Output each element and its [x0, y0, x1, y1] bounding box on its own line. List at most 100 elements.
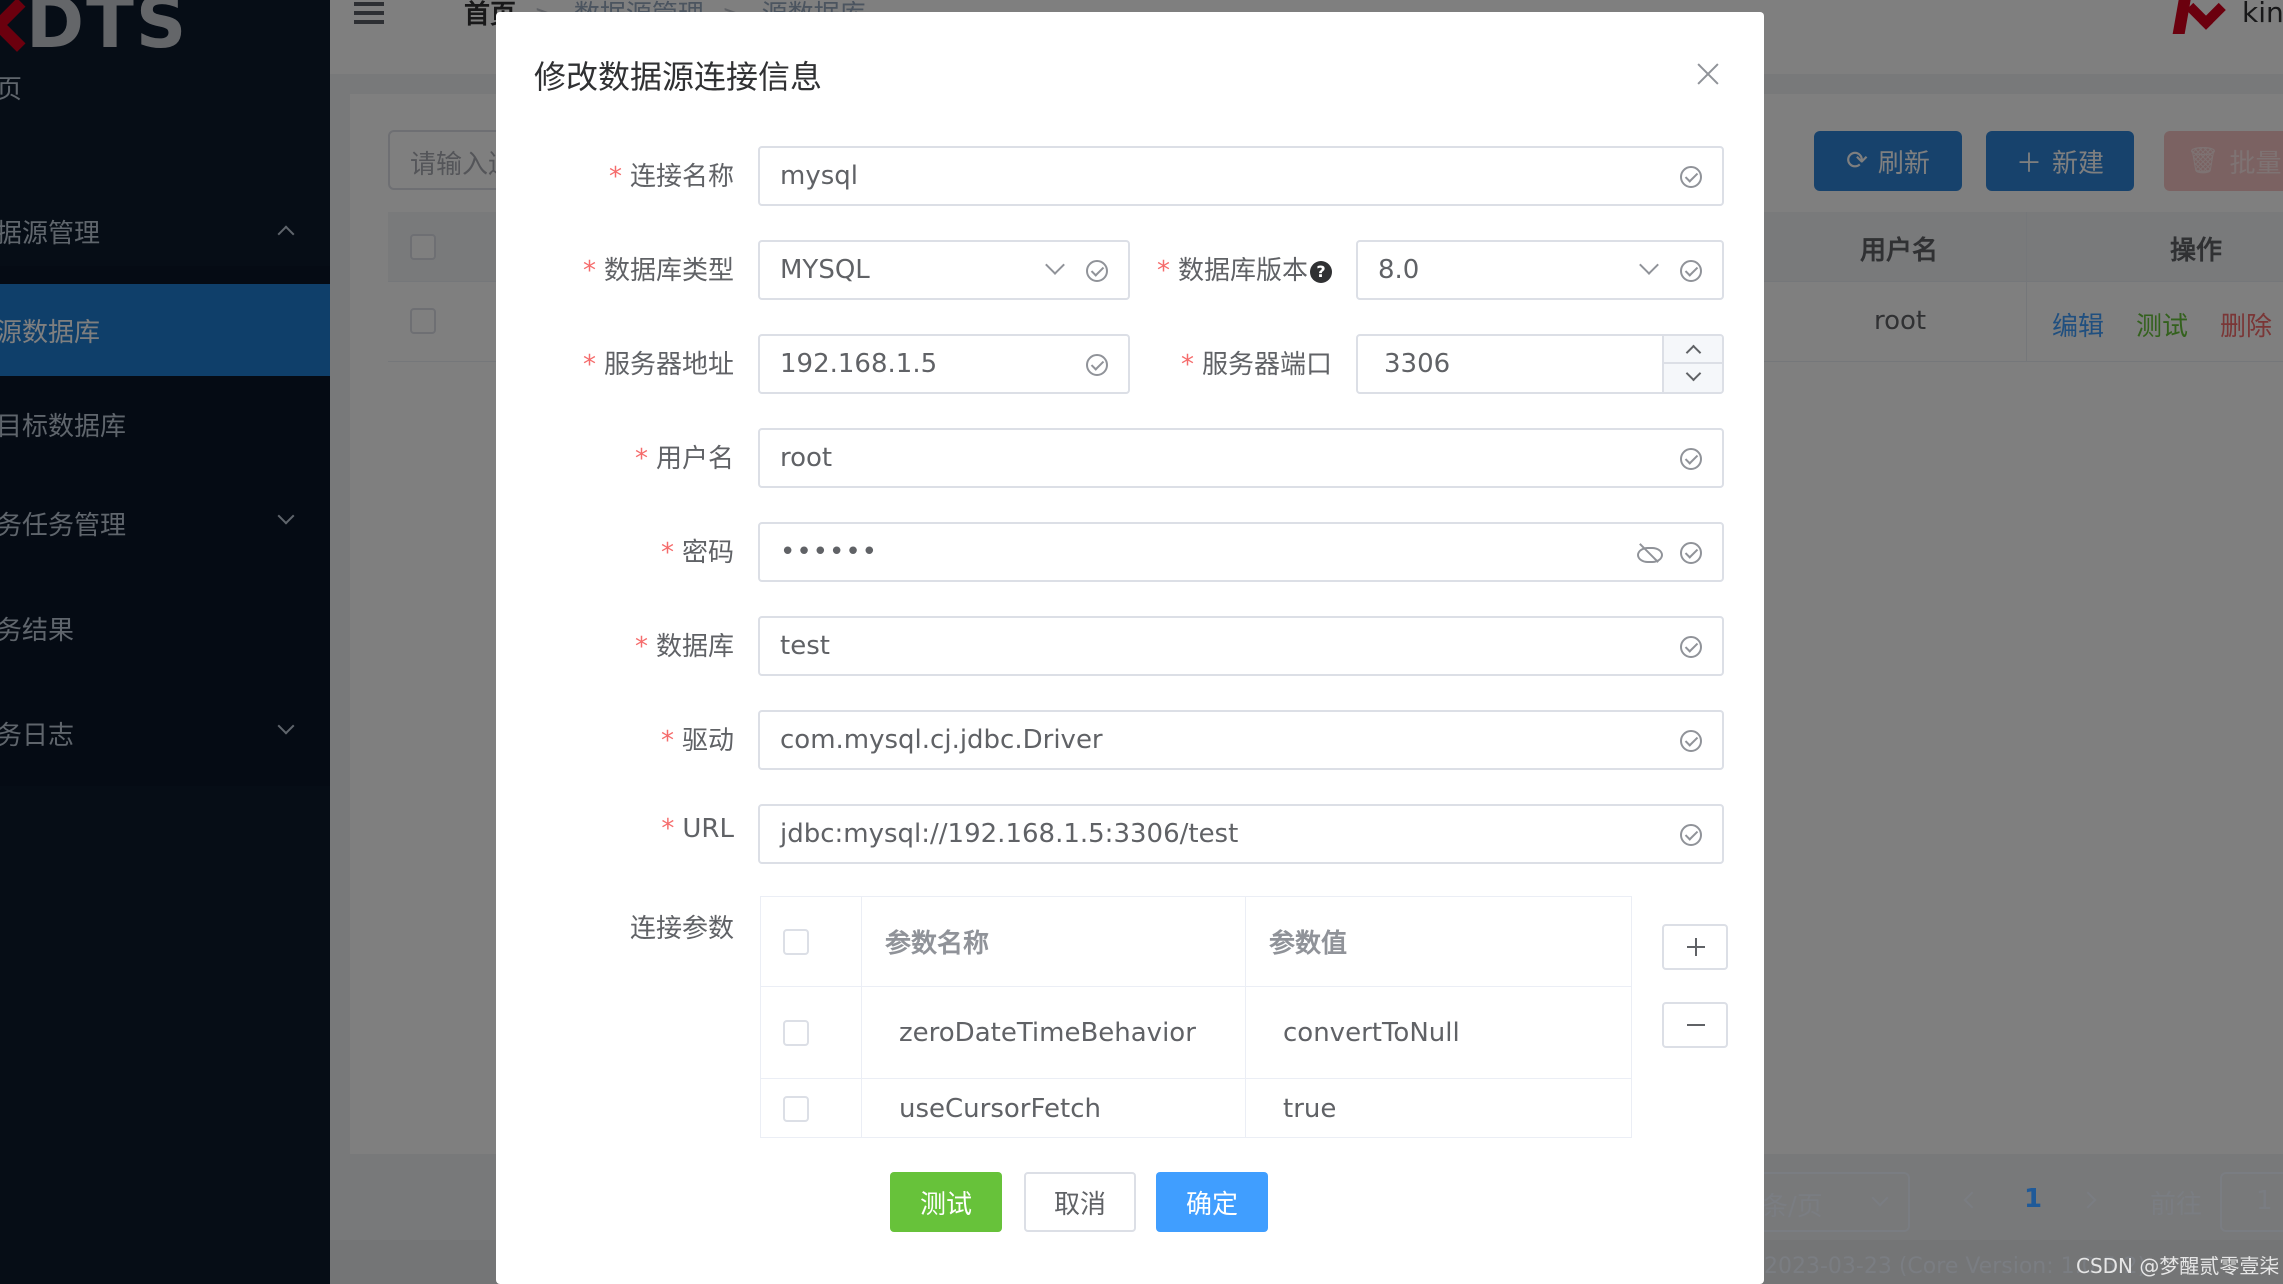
- cancel-button[interactable]: 取消: [1024, 1172, 1136, 1232]
- help-icon[interactable]: ?: [1310, 260, 1332, 283]
- decrement-icon[interactable]: [1664, 364, 1722, 392]
- eye-off-icon[interactable]: [1636, 542, 1663, 564]
- params-label: 连接参数: [629, 914, 734, 944]
- database-label: * 数据库: [635, 626, 734, 663]
- connection-name-input[interactable]: mysql: [758, 146, 1724, 206]
- username-value: root: [780, 443, 833, 473]
- check-circle-icon: [1680, 636, 1702, 658]
- chevron-down-icon: [1639, 255, 1659, 275]
- url-label-text: URL: [682, 814, 734, 844]
- param-name-cell[interactable]: useCursorFetch: [899, 1079, 1101, 1137]
- check-circle-icon: [1680, 824, 1702, 846]
- table-row: useCursorFetch true: [761, 1079, 1631, 1137]
- password-label: * 密码: [661, 532, 734, 569]
- db-type-label-text: 数据库类型: [603, 256, 734, 286]
- driver-label-text: 驱动: [681, 726, 734, 756]
- db-version-value: 8.0: [1378, 255, 1420, 285]
- driver-label: * 驱动: [661, 720, 734, 757]
- required-mark: *: [634, 632, 648, 662]
- goto-label: 前往: [2150, 1190, 2203, 1220]
- check-circle-icon: [1680, 166, 1702, 188]
- watermark: CSDN @梦醒贰零壹柒: [2076, 1254, 2280, 1278]
- db-version-label: * 数据库版本?: [1157, 250, 1332, 287]
- params-table: 参数名称 参数值 zeroDateTimeBehavior convertToN…: [760, 896, 1632, 1138]
- username-label: * 用户名: [635, 438, 734, 475]
- plus-icon-bar: [1695, 938, 1697, 956]
- page-size-value: 条/页: [1762, 1192, 1823, 1222]
- password-input[interactable]: ••••••: [758, 522, 1724, 582]
- column-header-param-value: 参数值: [1269, 929, 1348, 959]
- db-version-select[interactable]: 8.0: [1356, 240, 1724, 300]
- params-table-header: 参数名称 参数值: [761, 897, 1631, 987]
- password-value: ••••••: [780, 537, 879, 567]
- required-mark: *: [1180, 350, 1194, 380]
- username-input[interactable]: root: [758, 428, 1724, 488]
- confirm-button[interactable]: 确定: [1156, 1172, 1268, 1232]
- increment-icon[interactable]: [1664, 336, 1722, 364]
- edit-datasource-dialog: 修改数据源连接信息 * 连接名称 mysql * 数据库类型 MYSQL * 数据库版…: [496, 12, 1764, 1284]
- password-label-text: 密码: [681, 538, 734, 568]
- url-input[interactable]: jdbc:mysql://192.168.1.5:3306/test: [758, 804, 1724, 864]
- database-input[interactable]: test: [758, 616, 1724, 676]
- column-header-param-name: 参数名称: [885, 929, 990, 959]
- db-type-label: * 数据库类型: [583, 250, 734, 287]
- db-type-select[interactable]: MYSQL: [758, 240, 1130, 300]
- page-size-select[interactable]: 条/页: [1750, 1172, 1910, 1232]
- required-mark: *: [1156, 256, 1170, 286]
- check-circle-icon: [1086, 260, 1108, 282]
- port-value: 3306: [1384, 349, 1451, 379]
- host-label: * 服务器地址: [583, 344, 734, 381]
- required-mark: *: [634, 444, 648, 474]
- param-value-cell[interactable]: true: [1283, 1079, 1336, 1137]
- dialog-title: 修改数据源连接信息: [534, 58, 823, 96]
- required-mark: *: [661, 814, 675, 844]
- name-label-text: 连接名称: [629, 162, 734, 192]
- host-label-text: 服务器地址: [603, 350, 734, 380]
- required-mark: *: [582, 350, 596, 380]
- url-label: * URL: [661, 814, 734, 844]
- column-divider: [861, 897, 862, 1137]
- url-value: jdbc:mysql://192.168.1.5:3306/test: [780, 819, 1239, 849]
- required-mark: *: [660, 538, 674, 568]
- check-circle-icon: [1680, 260, 1702, 282]
- connection-name-value: mysql: [780, 161, 858, 191]
- param-name-cell[interactable]: zeroDateTimeBehavior: [899, 987, 1196, 1078]
- port-stepper-controls: [1662, 336, 1722, 392]
- row-checkbox[interactable]: [783, 1096, 809, 1122]
- database-label-text: 数据库: [655, 632, 734, 662]
- row-checkbox[interactable]: [783, 1019, 809, 1046]
- minus-icon: [1687, 1024, 1705, 1026]
- host-value: 192.168.1.5: [780, 349, 938, 379]
- current-page[interactable]: 1: [2024, 1184, 2042, 1214]
- check-circle-icon: [1680, 448, 1702, 470]
- host-input[interactable]: 192.168.1.5: [758, 334, 1130, 394]
- port-stepper[interactable]: 3306: [1356, 334, 1724, 394]
- select-all-checkbox[interactable]: [783, 928, 809, 955]
- db-version-label-text: 数据库版本: [1177, 256, 1308, 286]
- goto-page-input[interactable]: 1: [2220, 1172, 2283, 1232]
- test-connection-button[interactable]: 测试: [890, 1172, 1002, 1232]
- driver-value: com.mysql.cj.jdbc.Driver: [780, 725, 1103, 755]
- required-mark: *: [660, 726, 674, 756]
- close-icon[interactable]: [1696, 62, 1720, 86]
- chevron-down-icon: [1871, 1189, 1889, 1207]
- required-mark: *: [608, 162, 622, 192]
- name-label: * 连接名称: [609, 156, 734, 193]
- check-circle-icon: [1680, 542, 1702, 564]
- driver-input[interactable]: com.mysql.cj.jdbc.Driver: [758, 710, 1724, 770]
- add-param-button[interactable]: [1662, 924, 1728, 970]
- port-label: * 服务器端口: [1181, 344, 1332, 381]
- remove-param-button[interactable]: [1662, 1002, 1728, 1048]
- username-label-text: 用户名: [655, 444, 734, 474]
- chevron-down-icon: [1045, 255, 1065, 275]
- column-divider: [1245, 897, 1246, 1137]
- database-value: test: [780, 631, 830, 661]
- goto-page-value: 1: [2256, 1186, 2273, 1216]
- check-circle-icon: [1680, 730, 1702, 752]
- required-mark: *: [582, 256, 596, 286]
- table-row: zeroDateTimeBehavior convertToNull: [761, 987, 1631, 1079]
- check-circle-icon: [1086, 354, 1108, 376]
- db-type-value: MYSQL: [780, 255, 870, 285]
- port-label-text: 服务器端口: [1201, 350, 1332, 380]
- param-value-cell[interactable]: convertToNull: [1283, 987, 1460, 1078]
